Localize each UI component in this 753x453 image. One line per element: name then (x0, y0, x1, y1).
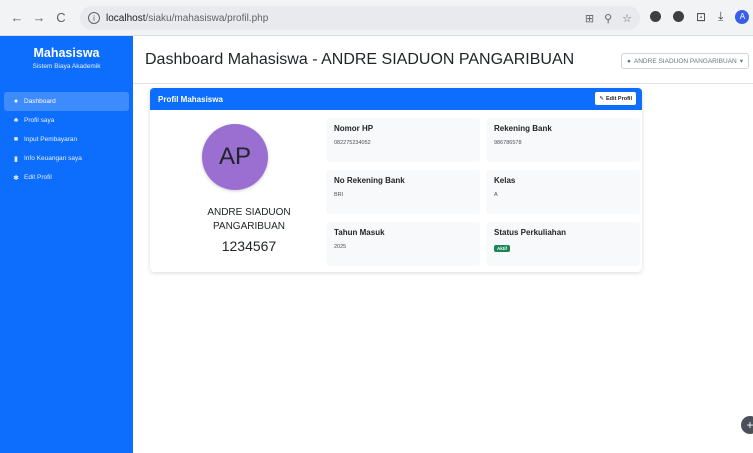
info-label: Nomor HP (334, 124, 374, 133)
translate-icon[interactable]: ⊞ (585, 12, 594, 25)
sidebar-item-profil[interactable]: ♣ Profil saya (0, 111, 133, 130)
floating-action-button[interactable]: + (741, 416, 753, 434)
info-value: BRI (334, 192, 344, 198)
info-rekening-bank: Rekening Bank 986786578 (486, 118, 640, 162)
sidebar-item-label: Edit Profil (24, 174, 52, 181)
site-info-icon[interactable]: i (88, 12, 100, 24)
extension-icon-2[interactable] (673, 11, 684, 22)
info-value: 082275234052 (334, 140, 371, 146)
avatar: AP (202, 124, 268, 190)
sidebar-item-input-pembayaran[interactable]: ■ Input Pembayaran (0, 130, 133, 149)
caret-down-icon: ▾ (739, 58, 743, 65)
browser-profile-avatar[interactable]: A (735, 9, 750, 24)
browser-toolbar: ← → C i localhost/siaku/mahasiswa/profil… (0, 0, 753, 36)
url-path: /siaku/mahasiswa/profil.php (145, 12, 269, 24)
user-menu-button[interactable]: ● ANDRE SIADUON PANGARIBUAN ▾ (620, 53, 749, 69)
file-icon: ▮ (14, 155, 18, 163)
student-name: ANDRE SIADUON PANGARIBUAN (207, 207, 291, 232)
edit-icon: ✎ (599, 95, 605, 102)
info-label: No Rekening Bank (334, 176, 405, 185)
plus-icon: + (746, 418, 753, 432)
reload-icon[interactable]: C (52, 9, 70, 27)
page-title: Dashboard Mahasiswa - ANDRE SIADUON PANG… (145, 51, 575, 68)
card-title: Profil Mahasiswa (158, 94, 223, 104)
info-label: Tahun Masuk (334, 228, 385, 237)
info-tahun-masuk: Tahun Masuk 2025 (326, 222, 480, 266)
sidebar-menu: ● Dashboard ♣ Profil saya ■ Input Pembay… (0, 92, 133, 187)
sidebar: Mahasiswa Sistem Biaya Akademik ● Dashbo… (0, 36, 133, 453)
sidebar-item-label: Profil saya (24, 117, 55, 124)
edit-profile-button[interactable]: ✎ Edit Profil (595, 92, 636, 105)
download-icon[interactable]: ⤓ (718, 9, 723, 24)
user-circle-icon: ● (626, 57, 631, 65)
info-label: Rekening Bank (494, 124, 552, 133)
sidebar-item-label: Input Pembayaran (24, 136, 78, 143)
edit-profile-label: Edit Profil (606, 95, 632, 102)
sidebar-item-label: Dashboard (24, 98, 56, 105)
back-icon[interactable]: ← (8, 9, 26, 27)
info-label: Kelas (494, 176, 516, 185)
info-value: 986786578 (494, 140, 522, 146)
users-icon: ♣ (13, 117, 19, 124)
extension-icon[interactable] (650, 11, 661, 22)
info-value: 2025 (334, 244, 347, 250)
sidebar-item-edit-profil[interactable]: ✱ Edit Profil (0, 168, 133, 187)
info-value: A (494, 192, 498, 198)
card-header: Profil Mahasiswa ✎ Edit Profil (150, 88, 642, 110)
bookmark-star-icon[interactable]: ☆ (622, 12, 632, 25)
info-kelas: Kelas A (486, 170, 640, 214)
url-host: localhost (106, 12, 146, 24)
info-label: Status Perkuliahan (494, 228, 567, 237)
address-bar[interactable]: i localhost/siaku/mahasiswa/profil.php ⊞… (80, 6, 640, 30)
info-no-rekening: No Rekening Bank BRI (326, 170, 480, 214)
info-status-perkuliahan: Status Perkuliahan Aktif (486, 222, 640, 266)
sidebar-brand: Mahasiswa Sistem Biaya Akademik (0, 36, 133, 88)
money-icon: ■ (13, 136, 19, 143)
brand-subtitle: Sistem Biaya Akademik (32, 63, 101, 70)
status-badge: Aktif (494, 245, 510, 252)
brand-title: Mahasiswa (33, 46, 100, 60)
extensions-puzzle-icon[interactable]: ⊡ (696, 10, 706, 24)
sidebar-item-dashboard[interactable]: ● Dashboard (4, 92, 129, 111)
zoom-icon[interactable]: ⚲ (604, 12, 612, 25)
student-nim: 1234567 (221, 238, 277, 254)
forward-icon[interactable]: → (30, 9, 48, 27)
sidebar-item-label: Info Keuangan saya (24, 155, 82, 162)
dashboard-icon: ● (13, 98, 19, 105)
info-nomor-hp: Nomor HP 082275234052 (326, 118, 480, 162)
sidebar-item-info-keuangan[interactable]: ▮ Info Keuangan saya (0, 149, 133, 168)
top-header: Dashboard Mahasiswa - ANDRE SIADUON PANG… (133, 36, 753, 84)
user-menu-label: ANDRE SIADUON PANGARIBUAN (633, 57, 737, 65)
gear-icon: ✱ (13, 174, 19, 182)
